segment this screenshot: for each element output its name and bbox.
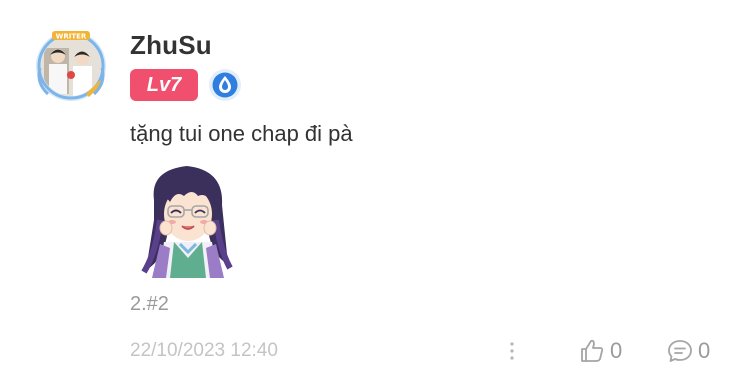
timestamp: 22/10/2023 12:40 [130,340,278,361]
chapter-reference[interactable]: 2.#2 [130,293,169,316]
comment-text: tặng tui one chap đi pà [130,121,353,146]
comment-bubble-icon [666,337,694,365]
thumbs-up-icon [578,337,606,365]
user-avatar[interactable]: WRITER [34,28,108,102]
more-options-icon[interactable] [505,338,519,364]
avatar-image: WRITER [36,31,106,101]
anime-girl-sticker [132,160,242,278]
reply-count: 0 [698,338,711,363]
like-count: 0 [610,338,623,363]
water-drop-rank-icon [208,68,242,102]
like-button[interactable]: 0 [578,336,622,366]
comment-card: WRITER ZhuSu Lv7 tặng tui one chap đi pà [0,0,750,380]
username[interactable]: ZhuSu [130,30,212,61]
level-badge: Lv7 [130,69,198,101]
reply-button[interactable]: 0 [666,336,710,366]
svg-text:WRITER: WRITER [56,33,87,41]
